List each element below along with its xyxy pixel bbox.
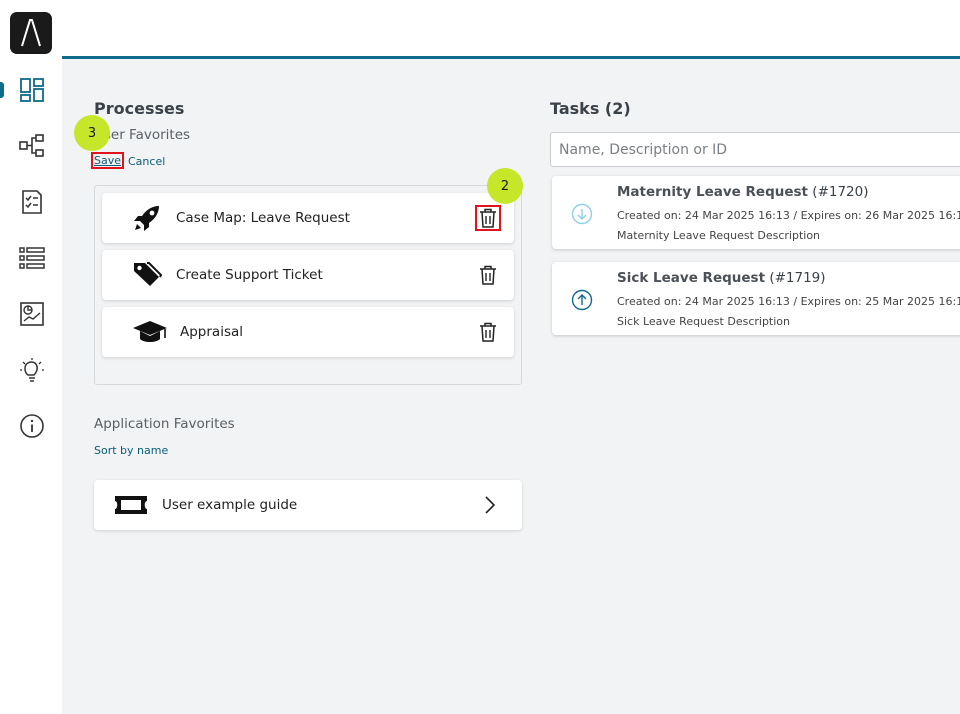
application-favorite-label: User example guide <box>162 497 298 513</box>
cancel-button[interactable]: Cancel <box>128 155 165 168</box>
ticket-icon <box>114 494 148 520</box>
tags-icon <box>132 260 163 294</box>
nav-cases[interactable] <box>18 244 46 272</box>
nav-about[interactable] <box>18 412 46 440</box>
favorite-item-label: Appraisal <box>180 324 244 340</box>
info-icon <box>20 414 44 438</box>
list-icon <box>19 247 45 269</box>
graduation-cap-icon <box>132 317 168 351</box>
task-description: Maternity Leave Request Description <box>617 229 821 242</box>
task-search-input[interactable] <box>550 132 960 167</box>
logo-icon <box>21 19 41 47</box>
processes-title: Processes <box>94 99 185 118</box>
tasks-title: Tasks (2) <box>550 99 631 118</box>
application-favorites-label: Application Favorites <box>94 416 235 432</box>
favorite-item[interactable]: Create Support Ticket <box>102 250 514 300</box>
application-favorite-item[interactable]: User example guide <box>94 480 522 530</box>
dashboard-icon <box>20 78 44 102</box>
arrow-up-circle-icon <box>571 289 593 315</box>
task-name: Sick Leave Request <box>617 270 766 286</box>
favorite-item[interactable]: Case Map: Leave Request <box>102 193 514 243</box>
task-item[interactable]: Sick Leave Request (#1719) Created on: 2… <box>552 262 960 335</box>
trash-icon <box>480 322 496 342</box>
statistics-icon <box>20 302 44 326</box>
save-button[interactable]: Save <box>91 152 125 169</box>
delete-favorite-button[interactable] <box>475 319 501 345</box>
chevron-right-icon <box>484 496 496 518</box>
task-dates: Created on: 24 Mar 2025 16:13 / Expires … <box>617 209 960 222</box>
delete-favorite-button[interactable] <box>475 205 501 231</box>
task-description: Sick Leave Request Description <box>617 315 790 328</box>
task-id: (#1719) <box>769 270 826 286</box>
task-item[interactable]: Maternity Leave Request (#1720) Created … <box>552 176 960 249</box>
task-checklist-icon <box>22 190 42 214</box>
favorite-item-label: Create Support Ticket <box>176 267 323 283</box>
trash-icon <box>480 265 496 285</box>
nav-active-indicator <box>0 82 4 98</box>
nav-processes[interactable] <box>18 132 46 160</box>
nav-statistics[interactable] <box>18 300 46 328</box>
task-dates: Created on: 24 Mar 2025 16:13 / Expires … <box>617 295 960 308</box>
delete-favorite-button[interactable] <box>475 262 501 288</box>
favorite-item[interactable]: Appraisal <box>102 307 514 357</box>
trash-icon <box>480 208 496 228</box>
nav-ideas[interactable] <box>18 356 46 384</box>
nav-tasks[interactable] <box>18 188 46 216</box>
app-logo[interactable] <box>10 12 52 54</box>
arrow-down-circle-icon <box>571 203 593 229</box>
lightbulb-icon <box>20 358 44 382</box>
rocket-icon <box>132 203 162 237</box>
sort-by-name-link[interactable]: Sort by name <box>94 444 168 457</box>
task-name: Maternity Leave Request <box>617 184 808 200</box>
process-map-icon <box>19 134 44 157</box>
task-title: Maternity Leave Request (#1720) <box>617 184 869 200</box>
task-id: (#1720) <box>812 184 869 200</box>
step-badge-2: 2 <box>487 168 523 204</box>
nav-dashboard[interactable] <box>18 76 46 104</box>
step-badge-3: 3 <box>74 115 110 151</box>
task-title: Sick Leave Request (#1719) <box>617 270 826 286</box>
favorite-item-label: Case Map: Leave Request <box>176 210 350 226</box>
top-header <box>62 0 960 59</box>
sidebar <box>0 0 62 714</box>
